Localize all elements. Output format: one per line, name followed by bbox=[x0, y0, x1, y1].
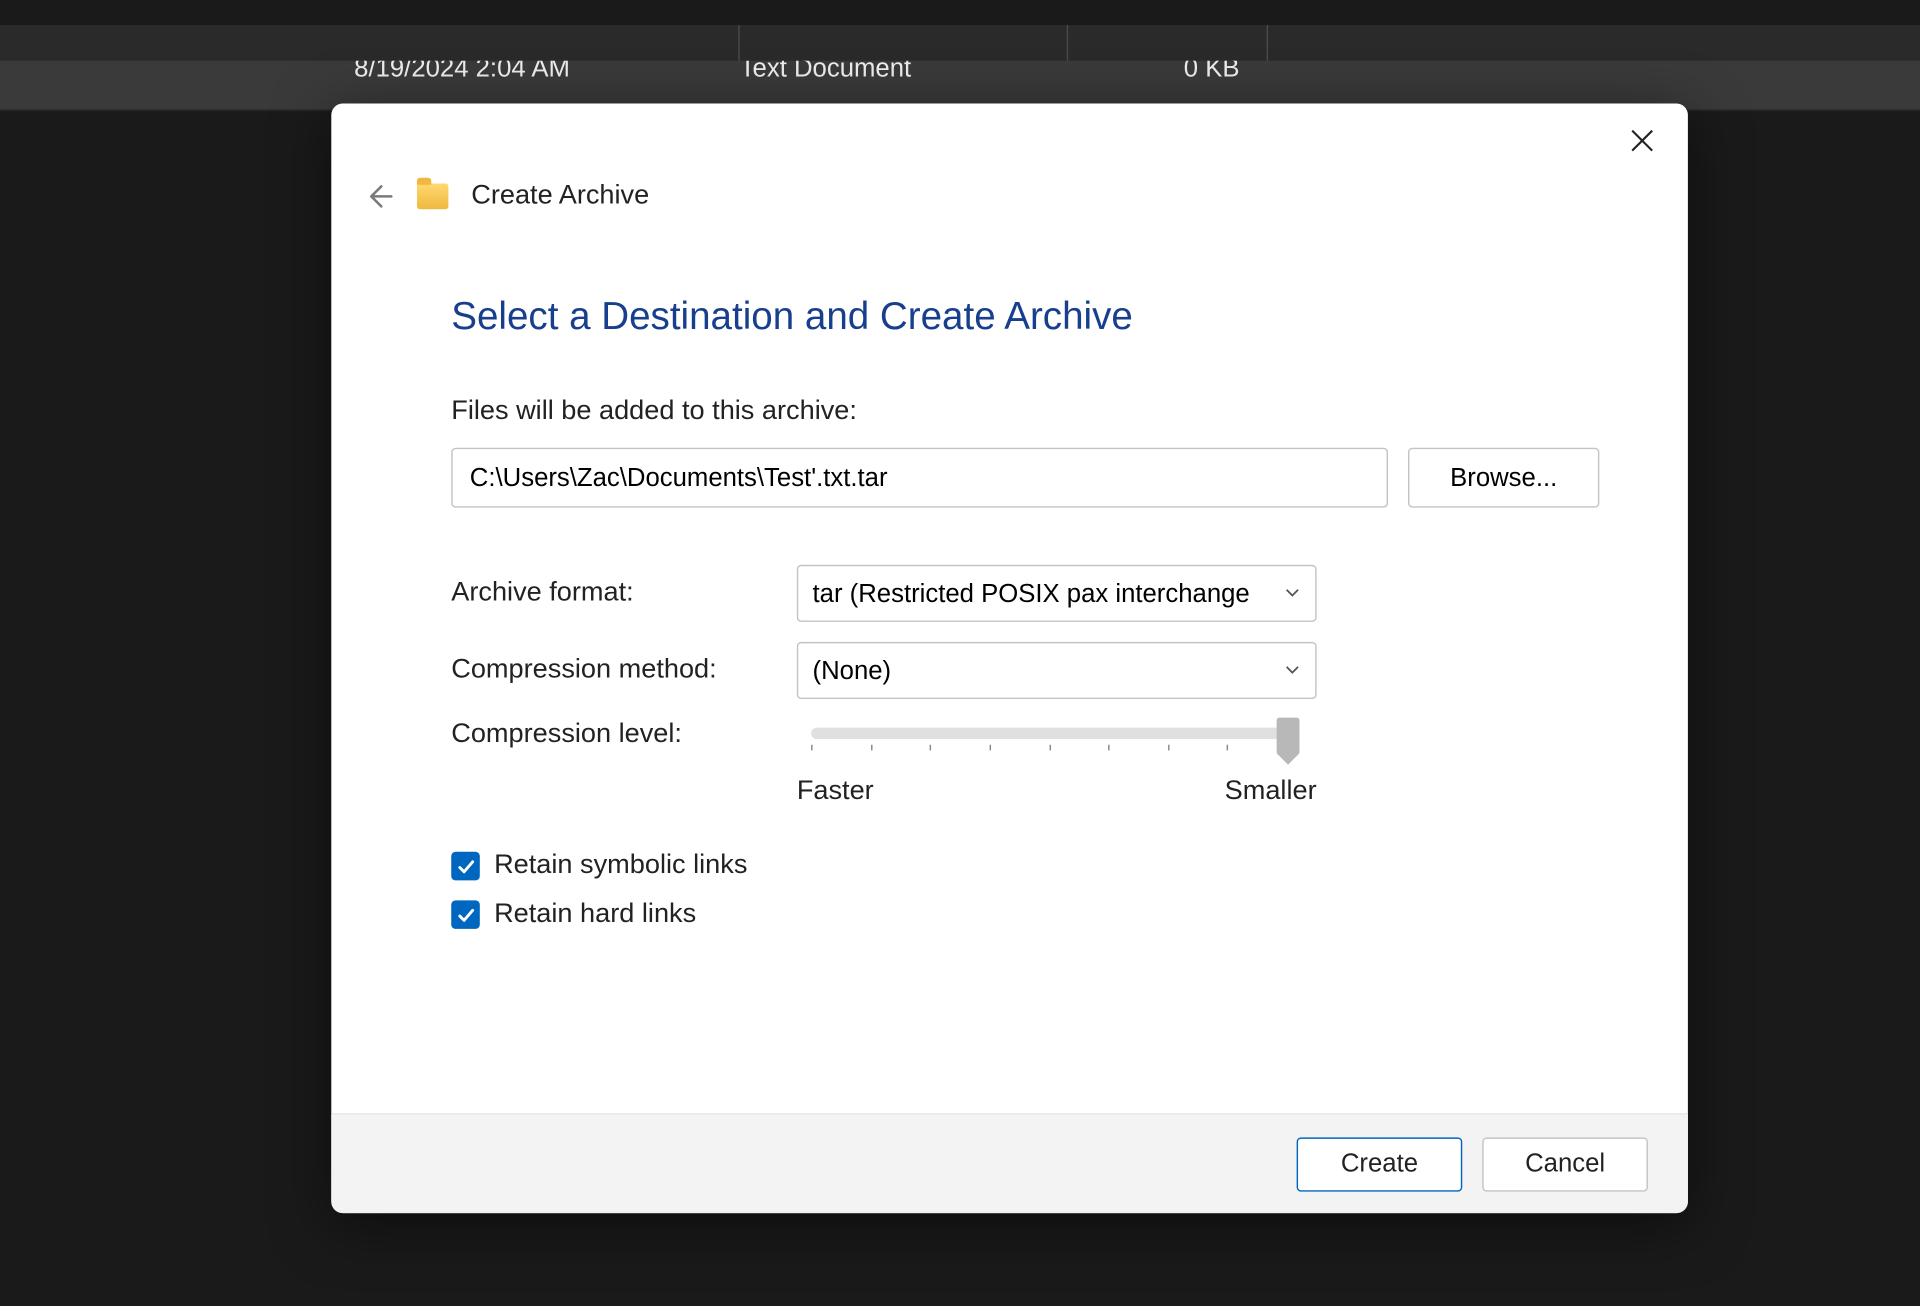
method-value: (None) bbox=[813, 655, 892, 685]
dialog-heading: Select a Destination and Create Archive bbox=[451, 295, 1599, 339]
retain-hard-checkbox[interactable] bbox=[451, 900, 480, 929]
explorer-column-header bbox=[0, 25, 1920, 61]
retain-hard-label: Retain hard links bbox=[494, 899, 696, 930]
format-value: tar (Restricted POSIX pax interchange bbox=[813, 578, 1250, 608]
slider-thumb[interactable] bbox=[1277, 718, 1300, 755]
slider-faster-label: Faster bbox=[797, 776, 874, 807]
chevron-down-icon bbox=[1284, 578, 1301, 608]
create-button[interactable]: Create bbox=[1297, 1137, 1463, 1191]
browse-button[interactable]: Browse... bbox=[1408, 448, 1599, 508]
dialog-footer: Create Cancel bbox=[331, 1113, 1688, 1213]
method-label: Compression method: bbox=[451, 655, 797, 686]
compression-method-select[interactable]: (None) bbox=[797, 642, 1317, 699]
slider-ticks bbox=[811, 745, 1288, 751]
archive-folder-icon bbox=[417, 184, 448, 210]
cancel-button[interactable]: Cancel bbox=[1482, 1137, 1648, 1191]
chevron-down-icon bbox=[1284, 655, 1301, 685]
slider-smaller-label: Smaller bbox=[1225, 776, 1317, 807]
check-icon bbox=[456, 857, 475, 876]
close-button[interactable] bbox=[1625, 124, 1659, 158]
retain-symbolic-label: Retain symbolic links bbox=[494, 850, 747, 881]
check-icon bbox=[456, 905, 475, 924]
retain-symbolic-checkbox[interactable] bbox=[451, 852, 480, 881]
back-button[interactable] bbox=[363, 181, 394, 212]
archive-format-select[interactable]: tar (Restricted POSIX pax interchange bbox=[797, 565, 1317, 622]
format-label: Archive format: bbox=[451, 578, 797, 609]
close-icon bbox=[1628, 126, 1657, 155]
archive-path-input[interactable] bbox=[451, 448, 1388, 508]
dialog-title: Create Archive bbox=[471, 181, 649, 212]
compression-level-slider[interactable] bbox=[811, 728, 1288, 739]
create-archive-dialog: Create Archive Select a Destination and … bbox=[331, 104, 1688, 1214]
back-arrow-icon bbox=[363, 181, 394, 212]
level-label: Compression level: bbox=[451, 719, 797, 750]
sub-line: Files will be added to this archive: bbox=[451, 396, 1599, 427]
